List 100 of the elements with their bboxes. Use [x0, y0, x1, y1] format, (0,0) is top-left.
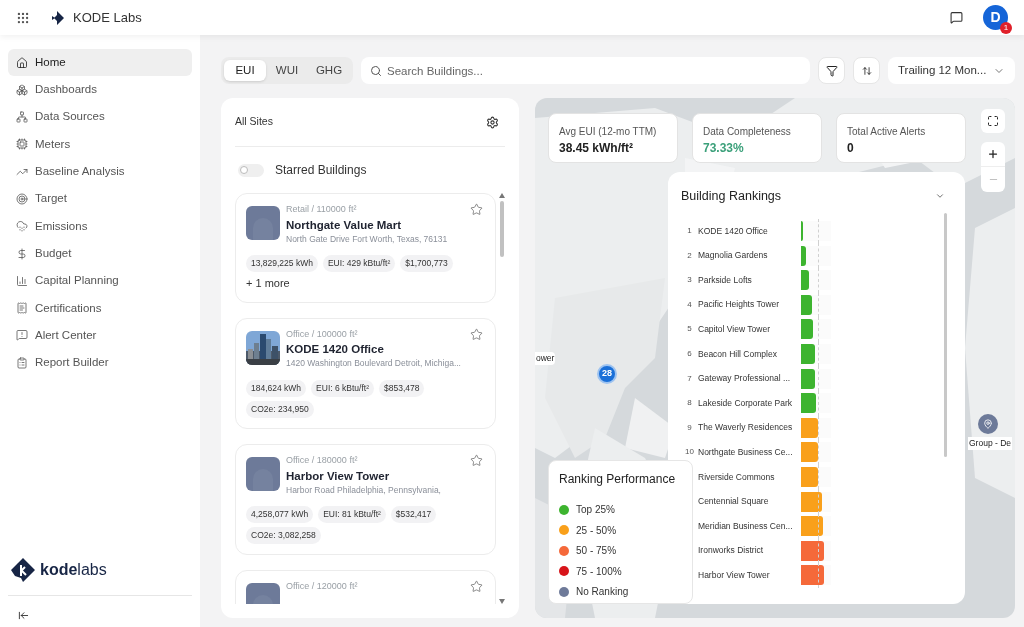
metric-tag: 13,829,225 kWh [246, 255, 318, 273]
nav-item[interactable]: Certifications [8, 294, 192, 322]
period-dropdown[interactable]: Trailing 12 Mon... [888, 57, 1015, 84]
nav-item[interactable]: Target [8, 185, 192, 213]
building-address: 1420 Washington Boulevard Detroit, Michiga... [286, 357, 462, 370]
star-icon[interactable] [470, 580, 483, 594]
legend-label: 75 - 100% [576, 564, 622, 579]
metric-tab[interactable]: EUI [224, 60, 266, 81]
rank-number: 5 [686, 323, 693, 336]
sort-button[interactable] [853, 57, 880, 84]
filter-icon [825, 64, 838, 77]
more-link[interactable]: + 1 more [246, 275, 290, 292]
star-icon[interactable] [470, 203, 483, 216]
building-name: The Waverly Residences [698, 421, 794, 435]
building-card[interactable]: Office / 180000 ft² Harbor View Tower Harbor Road Philadelphia, Pennsylvania, 4,258,077 kWh EUI: 81 kBtu/ft² $532,417 CO2e: 3,082,258 [235, 444, 496, 556]
building-name: Parkside Lofts [698, 273, 753, 287]
metric-tag: EUI: 429 kBtu/ft² [322, 255, 396, 273]
nav-icon [16, 274, 28, 287]
legend-title: Ranking Performance [559, 471, 677, 488]
building-name: Magnolia Gardens [698, 249, 769, 262]
building-name: KODE 1420 Office [698, 224, 769, 238]
nav-label: Baseline Analysis [35, 164, 125, 180]
nav-icon [16, 356, 28, 369]
building-category: Retail / 110000 ft² [286, 203, 357, 216]
filter-button[interactable] [818, 57, 845, 84]
stat-value: 73.33% [703, 140, 745, 157]
rank-number: 1 [686, 225, 693, 238]
nav-item[interactable]: Data Sources [8, 103, 192, 131]
nav-item[interactable]: Alert Center [8, 321, 192, 349]
nav-item[interactable]: Meters [8, 130, 192, 158]
building-category: Office / 180000 ft² [286, 454, 358, 467]
rank-number: 7 [686, 372, 693, 385]
nav-item[interactable]: Dashboards [8, 76, 192, 104]
scroll-down-icon[interactable] [499, 599, 505, 604]
apps-grid-icon[interactable] [16, 10, 30, 25]
building-card[interactable]: Office / 100000 ft² KODE 1420 Office 1420 Washington Boulevard Detroit, Michiga... 184,624 kWh EUI: 6 kBtu/ft² $853,478 CO2e: 234,950 [235, 317, 496, 429]
image-placeholder [246, 206, 280, 240]
building-name: Capitol View Tower [698, 323, 771, 336]
building-name: Harbor View Tower [698, 569, 771, 582]
building-name: Northgate Business Ce... [698, 446, 794, 459]
legend-label: 25 - 50% [576, 523, 617, 538]
rank-number: 10 [684, 446, 695, 459]
building-name: KODE 1420 Office [286, 342, 385, 358]
building-name: Centennial Square [698, 495, 770, 508]
stat-value: 38.45 kWh/ft² [559, 140, 634, 157]
search-icon [370, 64, 382, 77]
metric-tag: CO2e: 234,950 [246, 401, 314, 418]
plus-icon [987, 148, 999, 160]
brand-wordmark: kodelabs [40, 560, 107, 580]
nav-item[interactable]: Budget [8, 240, 192, 268]
building-name: Riverside Commons [698, 470, 776, 484]
help-icon[interactable] [950, 11, 963, 24]
metric-tag: $1,700,773 [400, 255, 453, 273]
toggle-label: Starred Buildings [275, 162, 367, 179]
metric-tag: 184,624 kWh [246, 380, 307, 397]
nav-icon [16, 83, 28, 96]
metric-tab[interactable]: WUI [266, 60, 308, 81]
settings-icon[interactable] [486, 115, 499, 129]
nav-icon [16, 111, 28, 124]
nav-icon [16, 329, 28, 342]
metric-tag: EUI: 6 kBtu/ft² [311, 380, 374, 397]
fullscreen-icon [987, 115, 999, 127]
legend-label: 50 - 75% [576, 544, 617, 559]
rank-number: 2 [686, 249, 693, 262]
metric-tag: 4,258,077 kWh [246, 506, 314, 524]
nav-label: Alert Center [35, 327, 97, 343]
building-name: Northgate Value Mart [286, 217, 403, 233]
metric-tag: EUI: 81 kBtu/ft² [318, 506, 386, 524]
fullscreen-button[interactable] [981, 109, 1005, 133]
search-field[interactable]: Search Buildings... [361, 57, 810, 84]
nav-label: Dashboards [35, 82, 97, 98]
stat-label: Total Active Alerts [847, 125, 927, 139]
star-icon[interactable] [470, 454, 483, 467]
nav-item[interactable]: Report Builder [8, 349, 192, 377]
building-name: Pacific Heights Tower [698, 298, 781, 312]
sort-icon [861, 65, 872, 76]
scrollbar[interactable] [944, 212, 947, 457]
nav-item[interactable]: Home [8, 49, 192, 76]
nav-label: Data Sources [35, 109, 105, 125]
nav-item[interactable]: Emissions [8, 212, 192, 240]
metric-tag: CO2e: 3,082,258 [246, 527, 321, 545]
building-name: Harbor View Tower [286, 468, 391, 484]
nav-icon [16, 193, 28, 205]
rank-number: 4 [686, 298, 693, 311]
nav-label: Capital Planning [35, 273, 119, 289]
star-icon[interactable] [470, 327, 483, 341]
nav-item[interactable]: Capital Planning [8, 267, 192, 295]
collapse-icon[interactable] [18, 610, 29, 621]
nav-icon [16, 220, 28, 233]
map-pin-icon [983, 419, 993, 429]
scroll-up-icon[interactable] [499, 193, 505, 198]
nav-item[interactable]: Baseline Analysis [8, 158, 192, 186]
metric-tab[interactable]: GHG [308, 60, 350, 81]
building-card[interactable]: Retail / 110000 ft² Northgate Value Mart North Gate Drive Fort Worth, Texas, 76131 13,829,225 kWh EUI: 429 kBtu/ft² $1,700,773 + 1 more [235, 193, 496, 303]
stat-label: Data Completeness [703, 125, 792, 139]
nav-icon [16, 247, 28, 260]
starred-toggle[interactable] [238, 163, 264, 177]
stat-value: 0 [847, 140, 855, 157]
building-category: Office / 120000 ft² [286, 580, 358, 594]
panel-title: All Sites [235, 114, 273, 130]
